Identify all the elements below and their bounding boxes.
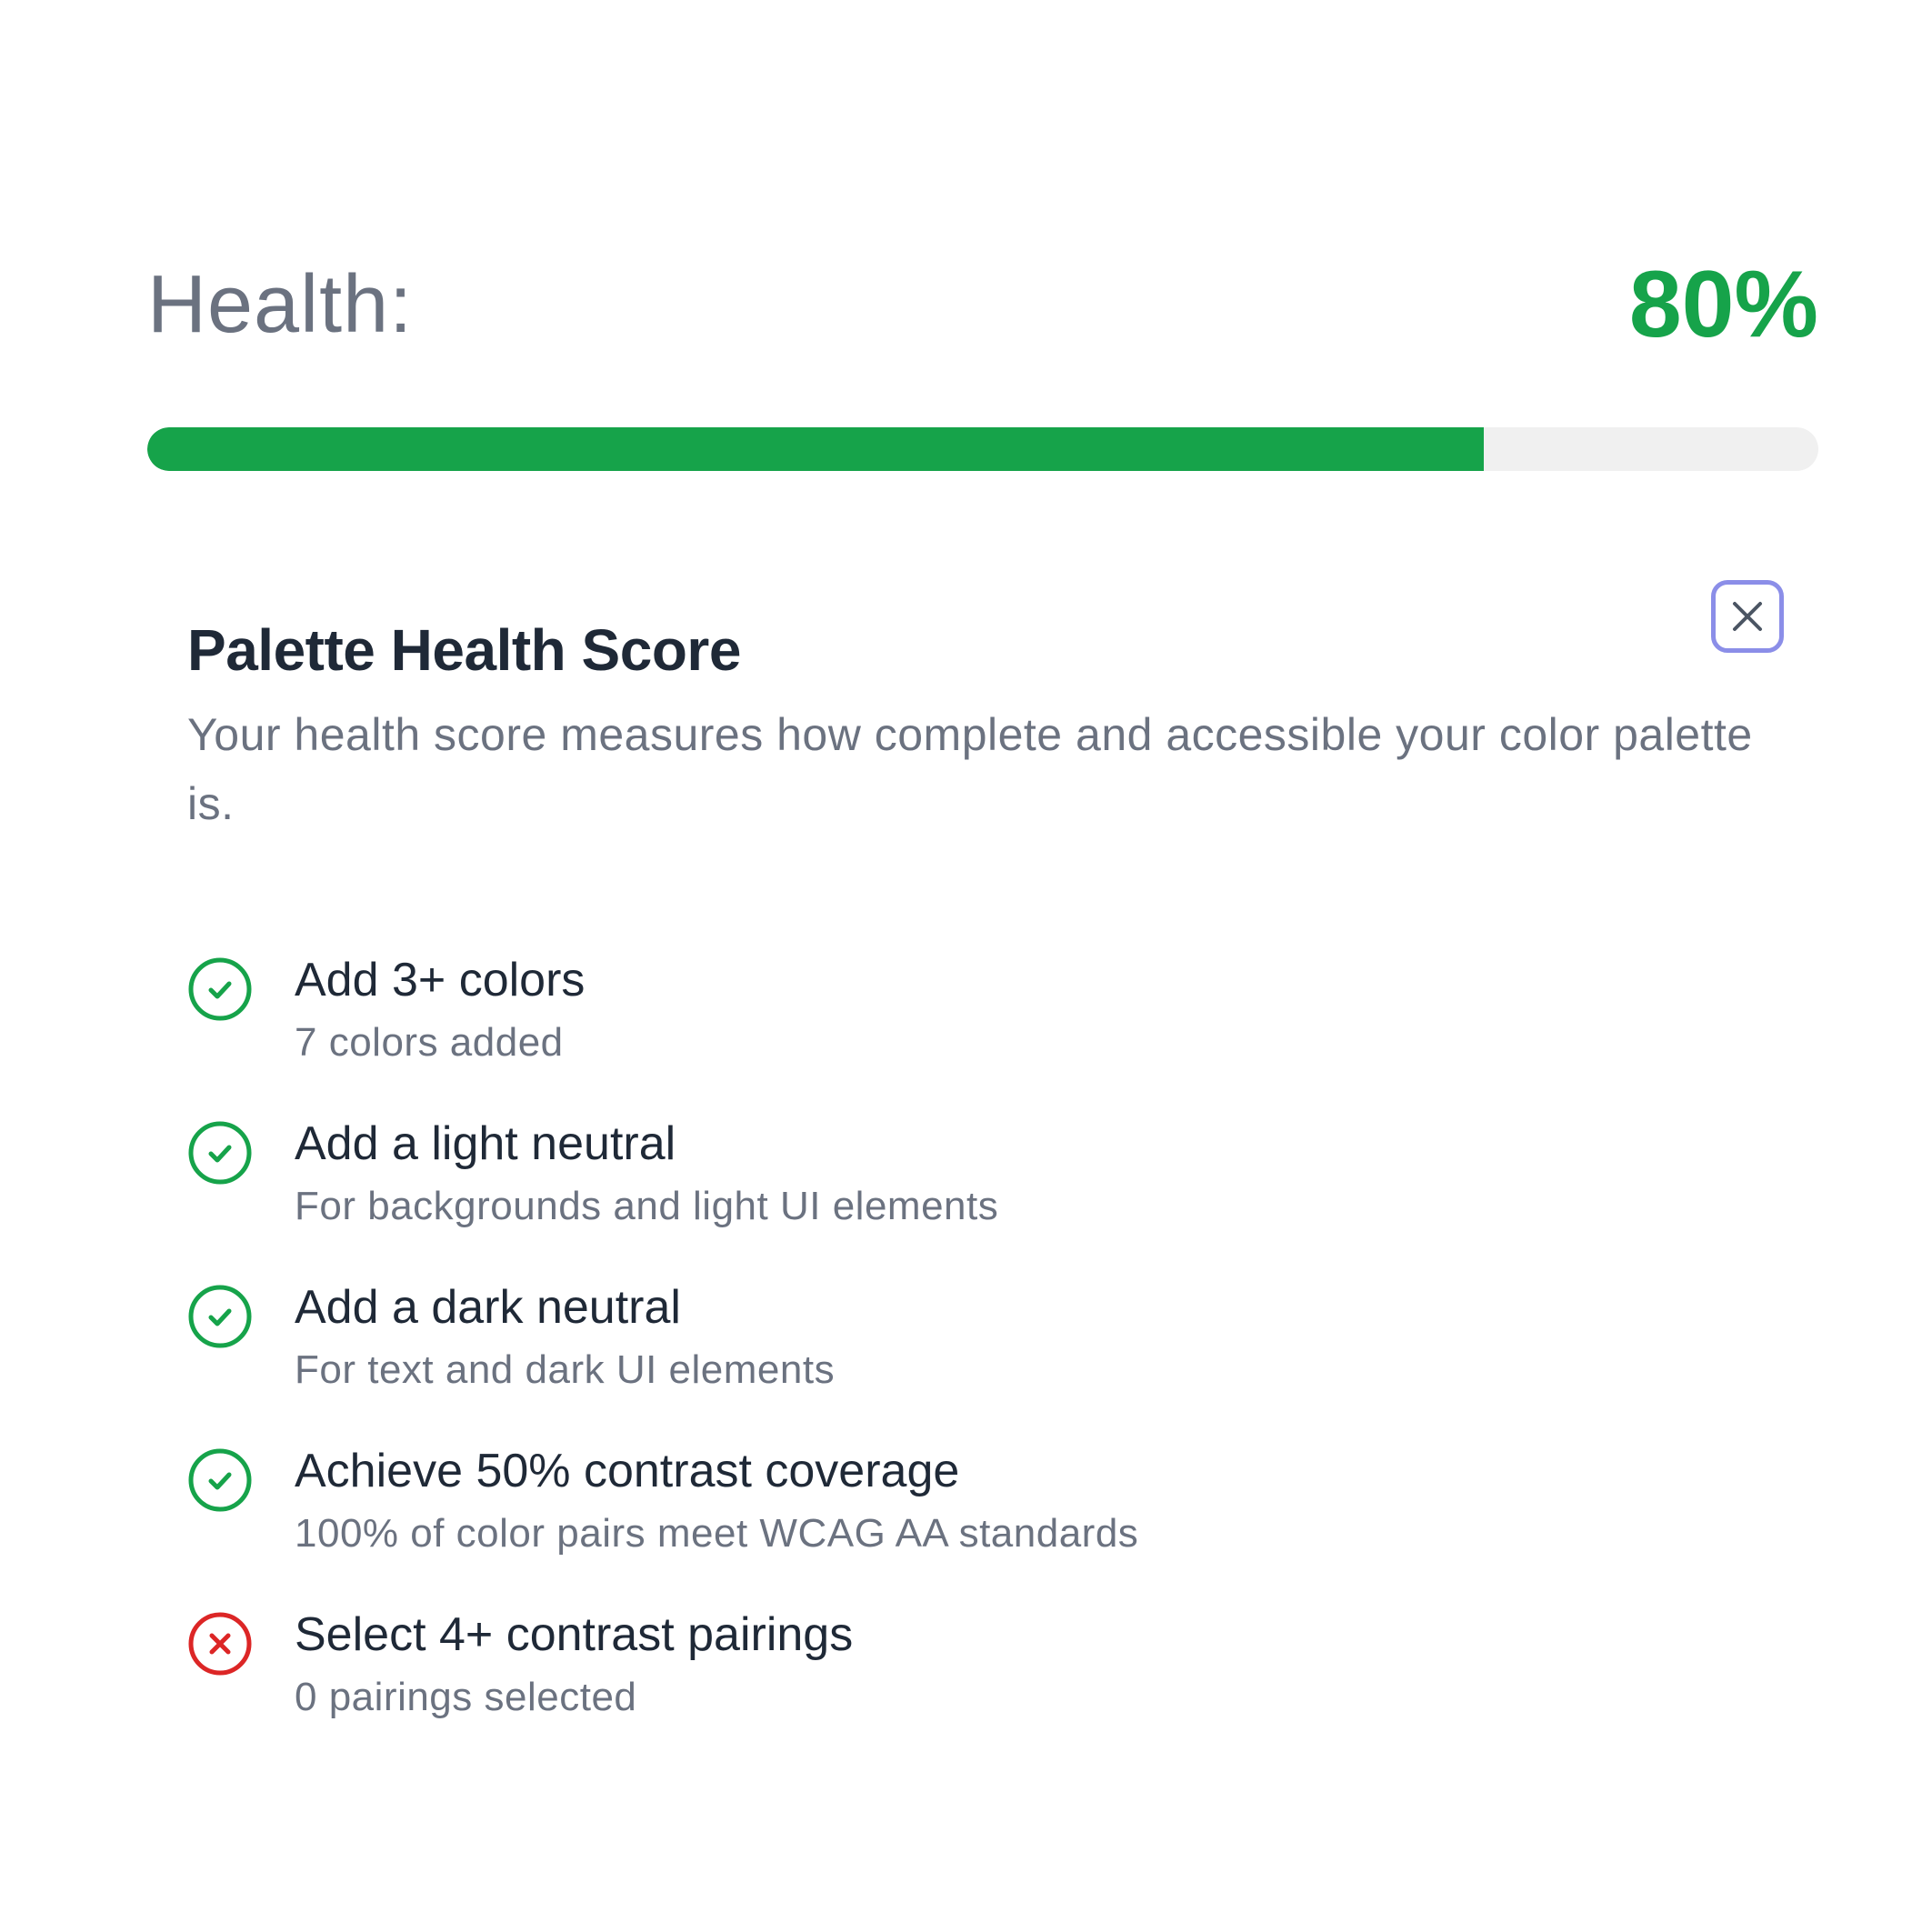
health-label: Health:	[147, 259, 414, 350]
health-summary: Health: 80%	[147, 255, 1818, 355]
check-circle-icon	[187, 1120, 253, 1186]
check-circle-icon	[187, 1284, 253, 1349]
checklist-item-subtitle: 7 colors added	[295, 1020, 564, 1065]
checklist-item: Add a dark neutral For text and dark UI …	[187, 1273, 1787, 1427]
panel-description: Your health score measures how complete …	[187, 709, 1753, 829]
checklist-item-title: Add 3+ colors	[295, 954, 586, 1006]
health-progress-bar	[147, 427, 1818, 471]
panel-title: Palette Health Score	[187, 617, 741, 683]
checklist-item: Select 4+ contrast pairings 0 pairings s…	[187, 1600, 1787, 1755]
checklist-item-subtitle: 0 pairings selected	[295, 1675, 637, 1719]
health-progress-fill	[147, 427, 1485, 471]
checklist-item: Add 3+ colors 7 colors added	[187, 946, 1787, 1100]
checklist-item-subtitle: For backgrounds and light UI elements	[295, 1184, 999, 1228]
checklist-item-title: Achieve 50% contrast coverage	[295, 1445, 960, 1497]
checklist-item-title: Add a light neutral	[295, 1117, 676, 1170]
close-button[interactable]	[1711, 580, 1784, 653]
checklist-item: Add a light neutral For backgrounds and …	[187, 1109, 1787, 1264]
checklist-item: Achieve 50% contrast coverage 100% of co…	[187, 1436, 1787, 1591]
close-icon	[1733, 602, 1762, 631]
checklist-item-title: Select 4+ contrast pairings	[295, 1608, 854, 1661]
x-circle-icon	[187, 1611, 253, 1677]
checklist-item-subtitle: For text and dark UI elements	[295, 1347, 836, 1392]
check-circle-icon	[187, 1447, 253, 1513]
health-percentage: 80%	[1628, 252, 1818, 357]
check-circle-icon	[187, 956, 253, 1022]
checklist-item-title: Add a dark neutral	[295, 1281, 681, 1334]
checklist-item-subtitle: 100% of color pairs meet WCAG AA standar…	[295, 1511, 1139, 1556]
